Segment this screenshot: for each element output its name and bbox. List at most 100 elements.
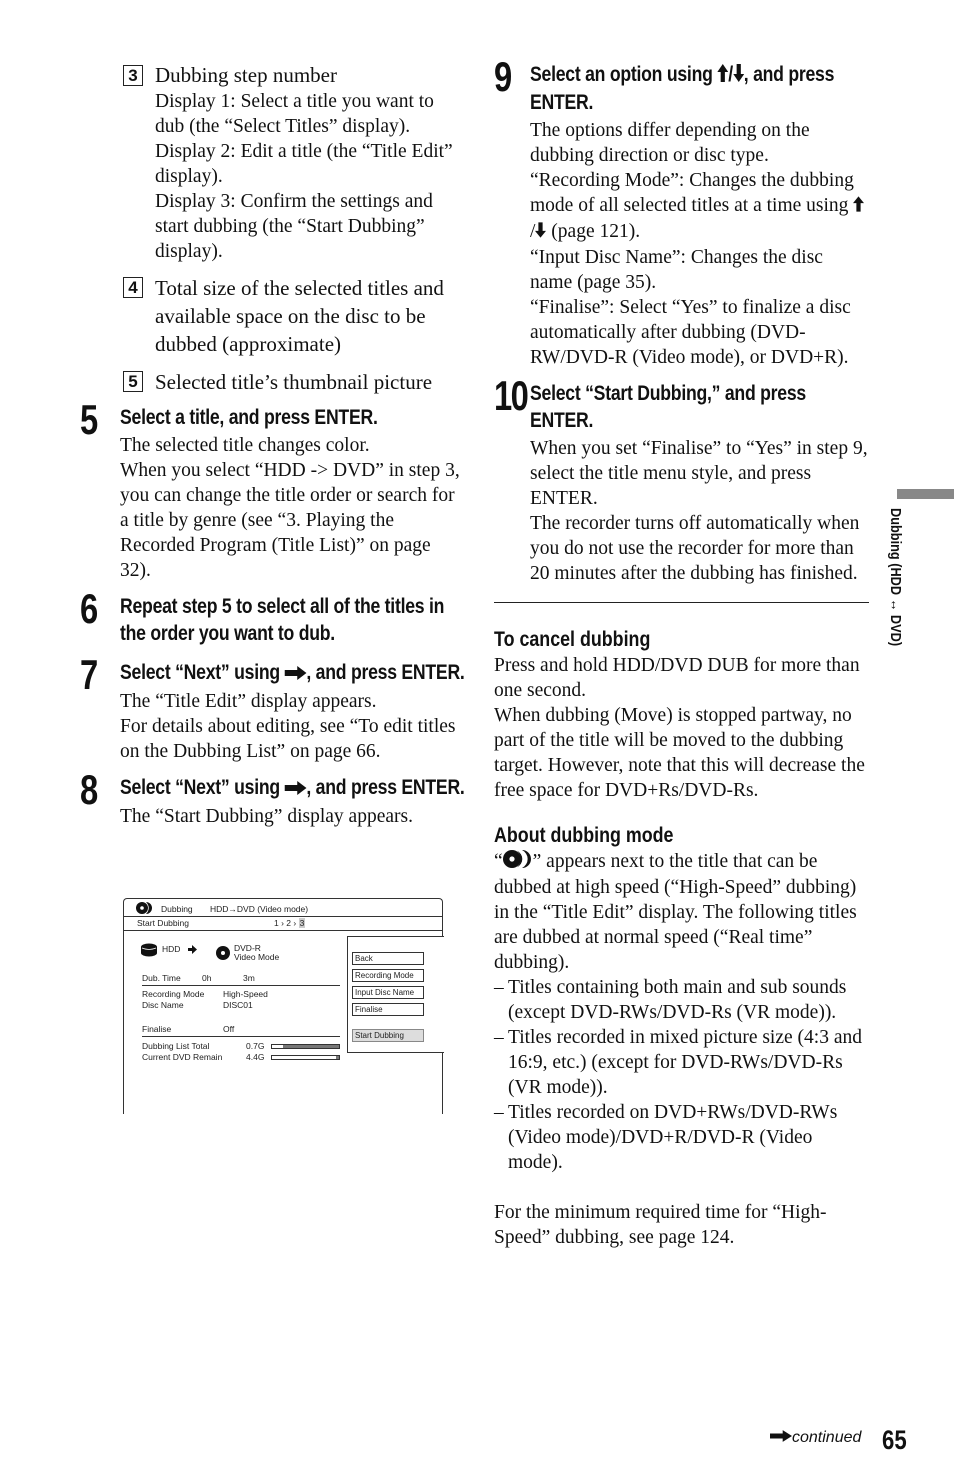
list-item: – Titles containing both main and sub sou… [494,975,869,1025]
list-item: – Titles recorded on DVD+RWs/DVD-RWs (Vid… [494,1100,869,1175]
total-size-bar [271,1044,340,1049]
menu-start-dubbing-button[interactable]: Start Dubbing [352,1029,424,1042]
body-text: (page 121). [546,220,641,242]
step-number: 7 [80,651,98,698]
target-mode: Video Mode [234,952,280,962]
step-8: 8 Select “Next” using , and press ENTER.… [80,767,465,829]
section-tab-marker [897,489,954,499]
intro-text: ” appears next to the title that can be … [494,851,857,974]
remain-space-bar-fill [335,1056,339,1059]
about-dubbing-mode-intro: “” appears next to the title that can be… [494,849,869,975]
page-number: 65 [882,1425,907,1455]
continued-text: continued [792,1429,862,1447]
step-heading: Repeat step 5 to select all of the title… [120,595,445,645]
step-body: When you select “HDD -> DVD” in step 3, … [120,460,460,581]
step-number: 5 [80,396,98,443]
dash-bullet: – [494,1102,504,1124]
step-heading: Select “Next” using , and press ENTER. [120,659,465,687]
heading-text: Select “Next” using [120,661,285,684]
screen-menu: Back Recording Mode Input Disc Name Fina… [347,936,444,1053]
step-7: 7 Select “Next” using , and press ENTER.… [80,653,465,764]
screen-title: Dubbing [161,904,193,914]
section-tab-label: Dubbing (HDD ↔ DVD) [887,508,924,703]
remain-value: 4.4G [246,1052,265,1062]
heading-text: Select an option using [530,63,718,86]
step-body: The recorder turns off automatically whe… [530,513,860,585]
about-footer-note: For the minimum required time for “High-… [494,1202,827,1249]
recording-mode-value: High-Speed [223,989,268,999]
hdd-icon [141,943,157,959]
divider [142,1036,340,1037]
step-current: 3 [298,918,306,928]
menu-input-disc-name-button[interactable]: Input Disc Name [352,986,424,999]
legend-number: 3 [123,65,143,86]
legend-number: 4 [123,277,143,298]
menu-recording-mode-button[interactable]: Recording Mode [352,969,424,982]
step-body: The selected title changes color. [120,435,370,456]
down-arrow-icon [732,62,744,89]
screen-direction: HDD→DVD (Video mode) [210,904,309,914]
step-body: The options differ depending on the dubb… [530,119,810,166]
step-body: “Recording Mode”: Changes the dubbing mo… [530,168,869,245]
section-tab-text: Dubbing (HDD ↔ DVD) [887,508,904,647]
legend-title: Dubbing step number [155,63,337,87]
quote-open: “ [494,851,503,873]
legend-title: Selected title’s thumbnail picture [155,370,433,394]
up-arrow-icon [853,194,865,219]
step-body: The “Start Dubbing” display appears. [120,805,413,827]
legend-desc-line: Display 2: Edit a title (the “Title Edit… [155,141,453,187]
finalise-value: Off [223,1024,235,1034]
step-number: 10 [494,372,529,420]
step-body: “Input Disc Name”: Changes the disc name… [530,247,823,294]
recording-mode-label: Recording Mode [142,989,205,999]
legend-desc-line: Display 3: Confirm the settings and star… [155,191,433,262]
legend-number: 5 [123,371,143,392]
step-heading: Select an option using /, and press ENTE… [530,62,835,114]
step-10: 10 Select “Start Dubbing,” and press ENT… [494,374,869,586]
total-label: Dubbing List Total [142,1041,210,1051]
screen-subtitle: Start Dubbing [137,918,189,928]
step-number: 6 [80,585,98,632]
dash-bullet: – [494,977,504,999]
step-indicator: 1 › 2 › 3 [274,918,306,928]
step-9: 9 Select an option using /, and press EN… [494,55,869,370]
step-6: 6 Repeat step 5 to select all of the tit… [80,587,465,647]
step-body: “Finalise”: Select “Yes” to finalize a d… [530,297,851,369]
step-number: 9 [494,53,512,100]
down-arrow-icon [535,220,547,245]
list-item-text: Titles recorded on DVD+RWs/DVD-RWs (Vide… [508,1102,838,1174]
screen-header: Dubbing HDD→DVD (Video mode) [124,899,442,917]
body-text: “Recording Mode”: Changes the dubbing mo… [530,169,854,216]
total-value: 0.7G [246,1041,265,1051]
right-arrow-icon [284,775,307,802]
start-dubbing-screen: Dubbing HDD→DVD (Video mode) Start Dubbi… [123,898,444,1114]
about-dubbing-mode-heading: About dubbing mode [494,824,674,848]
disc-icon [215,945,231,963]
steps-done: 1 › 2 › [274,918,299,928]
legend-title: Total size of the selected titles and av… [155,276,444,356]
left-column: 3 Dubbing step number Display 1: Select … [80,62,465,833]
right-column: 9 Select an option using /, and press EN… [494,55,869,1250]
high-speed-dubbing-icon [502,850,533,875]
divider [142,985,340,986]
legend-desc-line: Display 1: Select a title you want to du… [155,91,434,137]
step-heading: Select “Next” using , and press ENTER. [120,774,465,802]
continued-label: continued [770,1429,861,1447]
step-number: 8 [80,765,98,813]
heading-text: , and press ENTER. [306,661,465,684]
menu-back-button[interactable]: Back [352,952,424,965]
menu-finalise-button[interactable]: Finalise [352,1003,424,1016]
right-arrow-icon [284,660,307,687]
finalise-label: Finalise [142,1024,172,1034]
high-speed-dubbing-icon [136,902,158,916]
step-body: For details about editing, see “To edit … [120,715,456,762]
cancel-dubbing-heading: To cancel dubbing [494,628,651,652]
step-heading: Select a title, and press ENTER. [120,406,378,429]
heading-text: Select “Next” using [120,775,285,799]
right-arrow-icon [770,1429,792,1447]
disc-name-value: DISC01 [223,1000,253,1010]
heading-text: , and press ENTER. [306,775,465,799]
step-body: When you set “Finalise” to “Yes” in step… [530,438,868,510]
list-item-text: Titles containing both main and sub soun… [508,977,847,1024]
legend-item-3: 3 Dubbing step number Display 1: Select … [80,62,465,264]
